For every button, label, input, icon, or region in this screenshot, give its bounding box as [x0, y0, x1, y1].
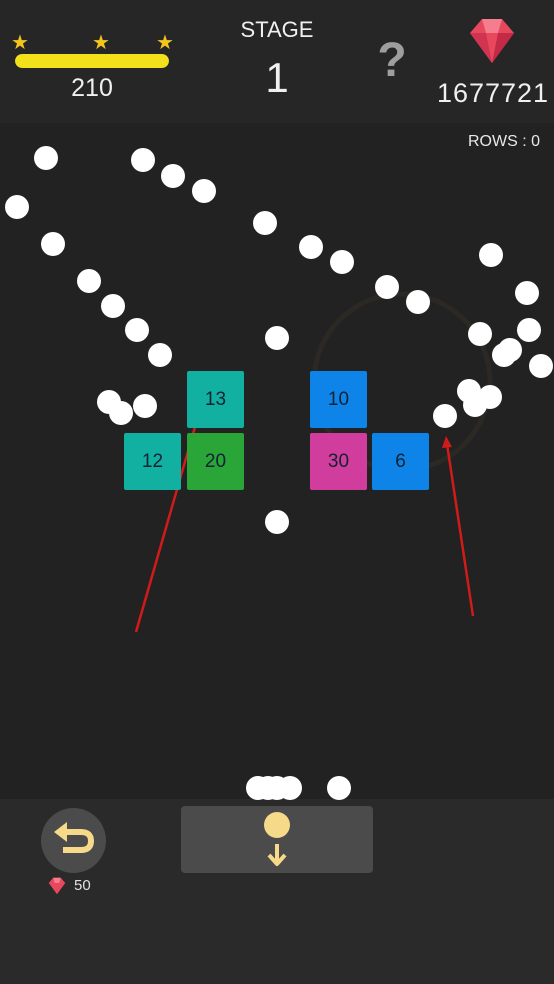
play-field[interactable]	[0, 123, 554, 799]
number-block: 30	[310, 433, 367, 490]
ball	[133, 394, 157, 418]
ball	[109, 401, 133, 425]
drop-balls-button[interactable]	[181, 806, 373, 873]
stage-number: 1	[265, 54, 289, 101]
ball	[131, 148, 155, 172]
ball	[265, 326, 289, 350]
help-icon[interactable]: ?	[370, 36, 414, 86]
ball	[192, 179, 216, 203]
star-icon: ★	[92, 32, 110, 54]
ball	[529, 354, 553, 378]
ball	[299, 235, 323, 259]
ball	[148, 343, 172, 367]
ball	[161, 164, 185, 188]
score-progress-bar	[15, 54, 169, 68]
ball	[77, 269, 101, 293]
star-icon: ★	[156, 32, 174, 54]
score-value: 210	[71, 74, 113, 102]
ball	[330, 250, 354, 274]
ball	[41, 232, 65, 256]
number-block: 10	[310, 371, 367, 428]
stage-label: STAGE	[240, 17, 314, 42]
ball	[327, 776, 351, 800]
ball	[468, 322, 492, 346]
ball	[406, 290, 430, 314]
ball	[125, 318, 149, 342]
ball	[265, 510, 289, 534]
ball	[34, 146, 58, 170]
number-block: 13	[187, 371, 244, 428]
ball	[375, 275, 399, 299]
number-block: 20	[187, 433, 244, 490]
ball	[492, 343, 516, 367]
ball	[278, 776, 302, 800]
ball	[479, 243, 503, 267]
star-icon: ★	[11, 32, 29, 54]
gem-icon	[470, 19, 514, 63]
undo-button[interactable]	[41, 808, 106, 873]
gem-icon	[48, 877, 66, 895]
rows-counter: ROWS : 0	[467, 133, 540, 150]
ball	[517, 318, 541, 342]
score-progress-fill	[15, 54, 169, 68]
ball	[515, 281, 539, 305]
ball	[463, 393, 487, 417]
ball	[5, 195, 29, 219]
undo-arrow-icon	[54, 822, 94, 853]
number-block: 12	[124, 433, 181, 490]
ball	[253, 211, 277, 235]
ball	[101, 294, 125, 318]
gem-count: 1677721	[436, 78, 550, 108]
ball-down-icon	[264, 812, 290, 866]
ball	[433, 404, 457, 428]
undo-cost: 50	[74, 877, 91, 894]
number-block: 6	[372, 433, 429, 490]
